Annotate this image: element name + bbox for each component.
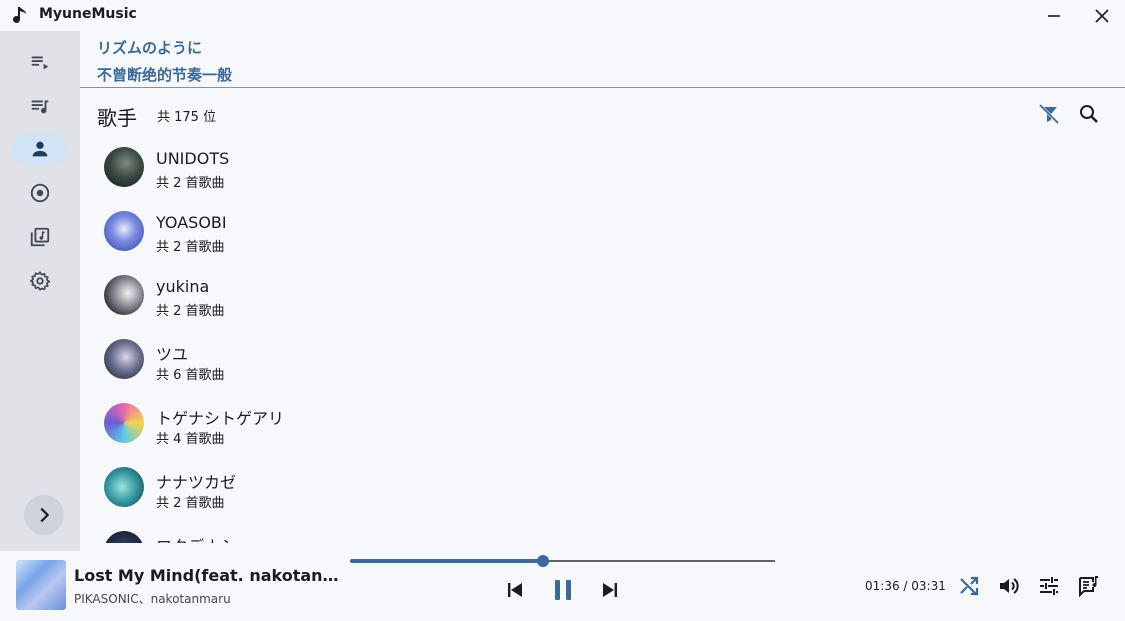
album-cover[interactable]	[16, 560, 66, 610]
avatar	[104, 467, 144, 507]
artist-name: YOASOBI	[156, 213, 227, 232]
close-icon[interactable]	[1090, 4, 1114, 28]
song-title: Lost My Mind(feat. nakotanmaru)	[74, 566, 346, 585]
artist-name: ツユ	[156, 345, 189, 364]
app-title: MyuneMusic	[39, 6, 137, 22]
sidebar	[0, 31, 80, 551]
avatar	[104, 147, 144, 187]
list-item[interactable]: ロクデナシ	[80, 517, 1125, 543]
sidebar-item-artists[interactable]	[12, 133, 68, 165]
skip-previous-icon[interactable]	[503, 578, 527, 602]
sidebar-item-albums[interactable]	[12, 177, 68, 209]
skip-next-icon[interactable]	[598, 578, 622, 602]
pause-icon[interactable]	[550, 577, 576, 603]
avatar	[104, 211, 144, 251]
artist-song-count: 共 2 首歌曲	[156, 496, 225, 511]
library-music-icon	[30, 227, 50, 247]
progress-slider[interactable]	[350, 553, 775, 569]
artist-list: UNIDOTS 共 2 首歌曲 YOASOBI 共 2 首歌曲 yukina 共…	[80, 133, 1125, 543]
title-bar: MyuneMusic	[0, 0, 1125, 31]
avatar	[104, 339, 144, 379]
page-title: 歌手	[97, 106, 137, 130]
album-icon	[30, 183, 50, 203]
minimize-icon[interactable]	[1042, 4, 1066, 28]
lyric-line-translation: 不曾断绝的节奏一般	[97, 66, 233, 84]
main-content: リズムのように 不曾断绝的节奏一般 歌手 共 175 位 UNIDOTS 共 2…	[80, 31, 1125, 551]
list-item[interactable]: yukina 共 2 首歌曲	[80, 261, 1125, 325]
gear-icon	[29, 271, 51, 291]
artist-name: UNIDOTS	[156, 149, 230, 168]
sidebar-item-now-playing[interactable]	[12, 46, 68, 78]
progress-thumb[interactable]	[537, 555, 550, 567]
person-icon	[32, 141, 48, 157]
player-bar: Lost My Mind(feat. nakotanmaru) PIKASONI…	[0, 551, 1125, 621]
music-note-icon	[13, 7, 26, 23]
lyrics-icon[interactable]	[1077, 574, 1101, 598]
progress-fill	[350, 559, 544, 563]
chevron-right-icon	[40, 507, 50, 523]
artist-song-count: 共 2 首歌曲	[156, 240, 225, 255]
shuffle-icon[interactable]	[957, 574, 981, 598]
avatar	[104, 531, 144, 543]
artist-name: ロクデナシ	[156, 533, 236, 543]
equalizer-icon[interactable]	[1037, 574, 1061, 598]
queue-music-icon	[31, 100, 49, 114]
playlist-play-icon	[31, 56, 49, 70]
avatar	[104, 403, 144, 443]
artist-song-count: 共 2 首歌曲	[156, 176, 225, 191]
artist-name: ナナツカゼ	[156, 473, 237, 492]
artist-song-count: 共 6 首歌曲	[156, 368, 225, 383]
expand-sidebar-button[interactable]	[24, 495, 64, 535]
sidebar-item-playlists[interactable]	[12, 90, 68, 122]
divider	[80, 87, 1125, 88]
list-item[interactable]: UNIDOTS 共 2 首歌曲	[80, 133, 1125, 197]
avatar	[104, 275, 144, 315]
artist-name: yukina	[156, 277, 210, 296]
filter-off-icon[interactable]	[1037, 102, 1061, 126]
sidebar-item-settings[interactable]	[12, 265, 68, 297]
list-item[interactable]: YOASOBI 共 2 首歌曲	[80, 197, 1125, 261]
lyric-line-current: リズムのように	[97, 39, 203, 57]
sidebar-item-library[interactable]	[12, 221, 68, 253]
artist-total-count: 共 175 位	[157, 110, 217, 125]
list-item[interactable]: ナナツカゼ 共 2 首歌曲	[80, 453, 1125, 517]
artist-song-count: 共 2 首歌曲	[156, 304, 225, 319]
playback-time: 01:36 / 03:31	[865, 579, 946, 593]
list-item[interactable]: トゲナシトゲアリ 共 4 首歌曲	[80, 389, 1125, 453]
artist-name: トゲナシトゲアリ	[156, 409, 285, 428]
artist-song-count: 共 4 首歌曲	[156, 432, 225, 447]
song-artist: PIKASONIC、nakotanmaru	[74, 592, 231, 606]
search-icon[interactable]	[1077, 102, 1101, 126]
volume-icon[interactable]	[997, 574, 1021, 598]
list-item[interactable]: ツユ 共 6 首歌曲	[80, 325, 1125, 389]
